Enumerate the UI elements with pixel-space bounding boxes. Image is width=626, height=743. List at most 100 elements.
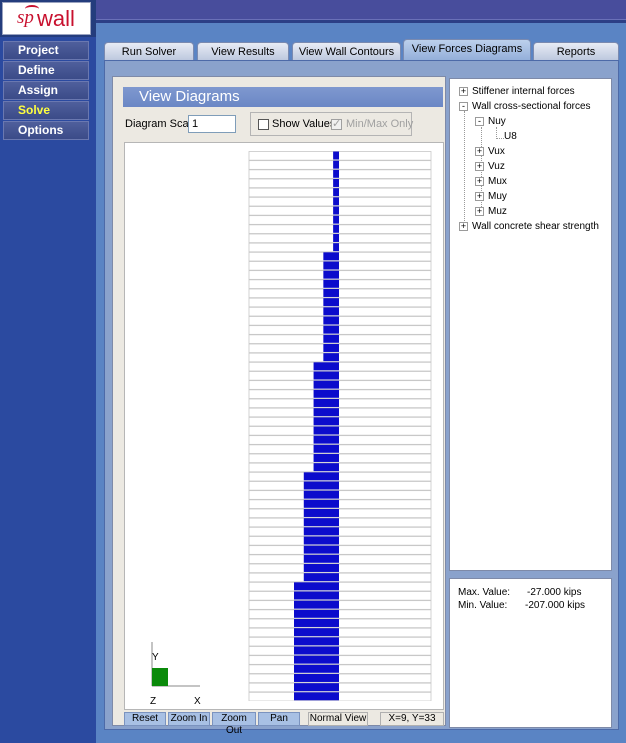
tree-item-muz[interactable]: Muz <box>488 206 507 217</box>
force-bar <box>294 637 339 646</box>
diagram-grid-row <box>248 196 432 207</box>
force-bar <box>333 206 339 215</box>
minmax-only-label: Min/Max Only <box>346 118 414 130</box>
tree-expander-muz[interactable]: + <box>475 207 484 216</box>
tab-view-results[interactable]: View Results <box>197 42 289 62</box>
sidebar-item-project[interactable]: Project <box>3 41 89 60</box>
min-value-label: Min. Value: <box>458 600 508 611</box>
diagram-grid-row <box>248 508 432 519</box>
tree-item-shear-strength[interactable]: Wall concrete shear strength <box>472 221 599 232</box>
force-bar <box>323 316 339 325</box>
diagram-grid-row <box>248 371 432 381</box>
minmax-only-checkbox[interactable] <box>331 117 342 130</box>
pan-button[interactable]: Pan <box>258 712 300 726</box>
tree-item-wall-cross-sectional[interactable]: Wall cross-sectional forces <box>472 101 591 112</box>
force-bar <box>323 344 339 352</box>
diagram-grid-row <box>248 334 432 344</box>
sidebar-item-solve[interactable]: Solve <box>3 101 89 120</box>
diagram-grid-row <box>248 545 432 555</box>
tree-expander-wall-cross[interactable]: - <box>459 102 468 111</box>
tree-expander-vuz[interactable]: + <box>475 162 484 171</box>
diagram-grid-row <box>248 618 432 629</box>
forces-diagram[interactable] <box>248 151 432 701</box>
diagram-grid-row <box>248 655 432 665</box>
diagram-grid-row <box>248 682 432 693</box>
diagram-grid-row <box>248 646 432 656</box>
diagram-grid-row <box>248 591 432 601</box>
tab-view-wall-contours[interactable]: View Wall Contours <box>292 42 401 62</box>
diagram-grid-row <box>248 361 432 372</box>
diagram-grid-row <box>248 673 432 684</box>
axis-y-label: Y <box>152 652 159 663</box>
diagram-grid-row <box>248 664 432 674</box>
diagram-grid-row <box>248 563 432 574</box>
max-value-label: Max. Value: <box>458 587 511 598</box>
force-bar <box>323 270 339 279</box>
force-bar <box>294 628 339 637</box>
force-bar <box>303 509 339 517</box>
force-bar <box>303 564 339 572</box>
diagram-grid-row <box>248 288 432 299</box>
diagram-grid-row <box>248 215 432 225</box>
force-bar <box>323 252 339 261</box>
force-bar <box>313 399 339 407</box>
tree-guide-l1 <box>464 111 465 229</box>
force-bar <box>313 435 339 444</box>
diagram-grid-row <box>248 471 432 482</box>
max-value: -27.000 kips <box>527 587 582 598</box>
force-bar <box>294 664 339 673</box>
tree-expander-nuy[interactable]: - <box>475 117 484 126</box>
sidebar-item-assign[interactable]: Assign <box>3 81 89 100</box>
force-bar <box>303 499 339 508</box>
sidebar-item-options[interactable]: Options <box>3 121 89 140</box>
force-bar <box>303 554 339 563</box>
tree-item-muy[interactable]: Muy <box>488 191 507 202</box>
force-bar <box>294 609 339 618</box>
force-bar <box>303 490 339 499</box>
force-bar <box>333 197 339 206</box>
diagram-grid-row <box>248 453 432 464</box>
tree-expander-vux[interactable]: + <box>475 147 484 156</box>
tree-expander-stiffener[interactable]: + <box>459 87 468 96</box>
tree-expander-muy[interactable]: + <box>475 192 484 201</box>
diagram-grid-row <box>248 151 432 161</box>
force-bar <box>333 234 339 242</box>
force-bar <box>333 169 339 178</box>
force-bar <box>313 408 339 417</box>
tree-item-stiffener-forces[interactable]: Stiffener internal forces <box>472 86 575 97</box>
normal-view-button[interactable]: Normal View <box>308 712 368 726</box>
diagram-grid-row <box>248 526 432 537</box>
force-bar <box>303 545 339 554</box>
tab-view-forces-diagrams[interactable]: View Forces Diagrams <box>403 39 531 62</box>
force-bar <box>313 362 339 371</box>
tree-item-vux[interactable]: Vux <box>488 146 505 157</box>
top-bar <box>96 0 626 20</box>
sidebar-item-define[interactable]: Define <box>3 61 89 80</box>
tree-item-mux[interactable]: Mux <box>488 176 507 187</box>
diagram-grid-row <box>248 352 432 363</box>
show-values-checkbox[interactable] <box>258 119 269 130</box>
reset-button[interactable]: Reset <box>124 712 166 726</box>
force-bar <box>313 380 339 389</box>
tree-expander-shear[interactable]: + <box>459 222 468 231</box>
diagram-grid-row <box>248 435 432 445</box>
tree-item-nuy[interactable]: Nuy <box>488 116 506 127</box>
tab-reports[interactable]: Reports <box>533 42 619 62</box>
diagram-grid-row <box>248 233 432 244</box>
zoom-in-button[interactable]: Zoom In <box>168 712 210 726</box>
zoom-out-button[interactable]: Zoom Out <box>212 712 256 736</box>
tree-item-u8[interactable]: U8 <box>504 131 517 142</box>
force-bar <box>294 674 339 682</box>
diagram-grid-row <box>248 636 432 647</box>
tree-expander-mux[interactable]: + <box>475 177 484 186</box>
force-bar <box>333 188 339 197</box>
force-bar <box>294 683 339 692</box>
diagram-grid-row <box>248 609 432 619</box>
force-bar <box>294 646 339 655</box>
tree-item-vuz[interactable]: Vuz <box>488 161 505 172</box>
force-bar <box>294 591 339 600</box>
diagram-scale-input[interactable]: 1 <box>188 115 236 133</box>
results-tree: + Stiffener internal forces - Wall cross… <box>449 78 612 571</box>
force-bar <box>313 454 339 462</box>
tab-run-solver[interactable]: Run Solver <box>104 42 194 62</box>
